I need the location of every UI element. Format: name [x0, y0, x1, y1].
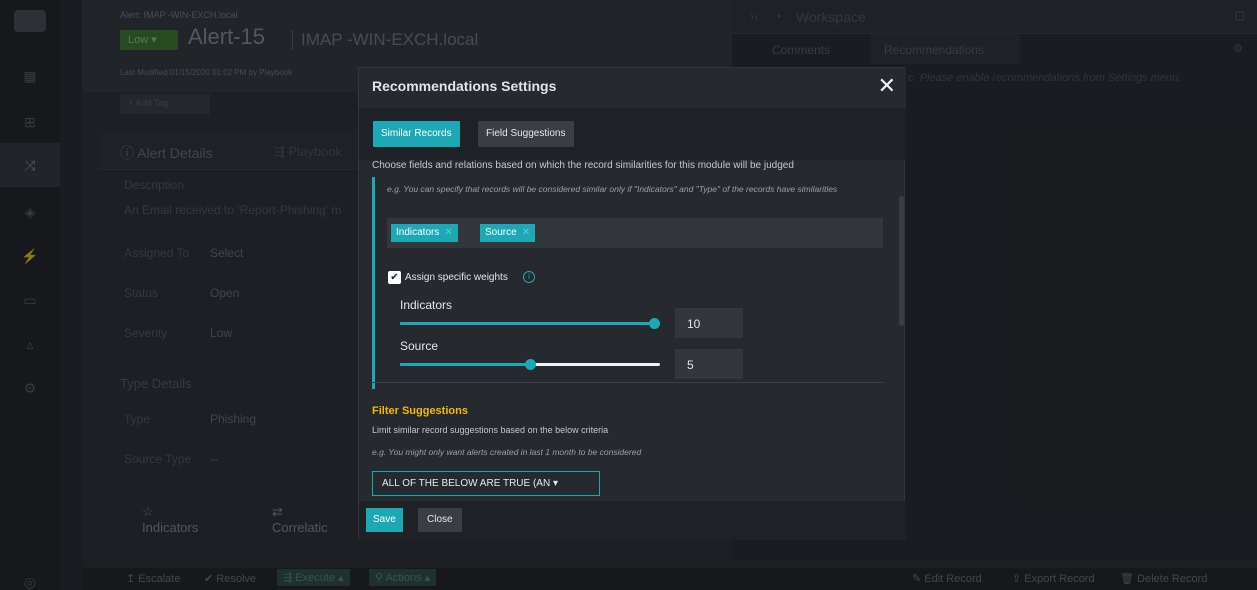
caret-down-icon: ▾ [552, 478, 559, 489]
source-weight-slider[interactable] [400, 359, 660, 370]
filter-logic-value: ALL OF THE BELOW ARE TRUE (AN [382, 478, 551, 489]
similarity-example: e.g. You can specify that records will b… [387, 184, 838, 194]
indicators-weight-slider[interactable] [400, 318, 660, 329]
slider-fill [400, 363, 527, 366]
tab-similar-records[interactable]: Similar Records [373, 121, 460, 147]
slider-handle[interactable] [525, 359, 536, 370]
recommendations-settings-modal: Recommendations Settings ✕ Similar Recor… [358, 67, 906, 540]
chip-label: Source [485, 227, 517, 238]
chip-source[interactable]: Source ✕ [480, 224, 536, 242]
info-icon[interactable]: i [523, 271, 535, 283]
app-root: ▦ ⊞ ⤨ ◈ ⚡ ▭ ▵ ⚙ ◎ Alert: IMAP -WIN-EXCH.… [0, 0, 1257, 590]
save-button[interactable]: Save [366, 508, 403, 532]
assign-weights-label: Assign specific weights [405, 272, 508, 283]
assign-weights-checkbox[interactable]: ✔ [388, 271, 401, 284]
modal-title: Recommendations Settings [372, 78, 557, 94]
settings-tabs: Similar Records Field Suggestions [359, 108, 906, 160]
modal-body[interactable]: Choose fields and relations based on whi… [359, 160, 896, 496]
filter-logic-dropdown[interactable]: ALL OF THE BELOW ARE TRUE (AN ▾ [372, 471, 600, 496]
filter-suggestions-example: e.g. You might only want alerts created … [372, 447, 642, 457]
similarity-block: e.g. You can specify that records will b… [372, 177, 884, 389]
remove-chip-icon[interactable]: ✕ [522, 227, 530, 238]
modal-footer: Save Close [359, 501, 906, 540]
slider-handle[interactable] [649, 318, 660, 329]
modal-scrollbar[interactable] [899, 196, 904, 326]
filter-suggestions-title: Filter Suggestions [372, 405, 468, 417]
section-divider [372, 382, 884, 383]
source-weight-input[interactable]: 5 [675, 349, 743, 379]
weight-label-source: Source [400, 339, 439, 353]
close-button[interactable]: Close [418, 508, 462, 532]
weight-label-indicators: Indicators [400, 298, 453, 312]
tab-field-suggestions[interactable]: Field Suggestions [478, 121, 574, 147]
remove-chip-icon[interactable]: ✕ [444, 227, 452, 238]
fields-tag-input[interactable]: Indicators ✕ Source ✕ [387, 218, 883, 248]
chip-indicators[interactable]: Indicators ✕ [391, 224, 458, 242]
indicators-weight-input[interactable]: 10 [675, 308, 743, 338]
chip-label: Indicators [396, 227, 440, 238]
filter-suggestions-desc: Limit similar record suggestions based o… [372, 425, 609, 435]
slider-fill [400, 322, 654, 325]
modal-header: Recommendations Settings ✕ [359, 68, 906, 108]
similarity-description: Choose fields and relations based on whi… [372, 160, 794, 171]
close-icon[interactable]: ✕ [878, 75, 896, 97]
